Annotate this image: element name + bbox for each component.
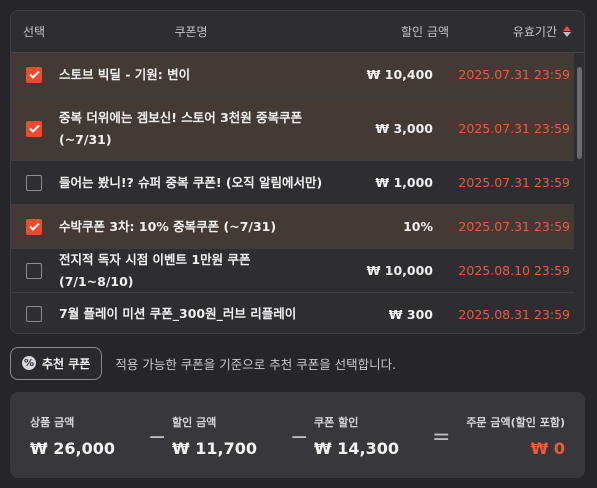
check-icon	[28, 124, 40, 133]
coupon-name: 7월 플레이 미션 쿠폰_300원_러브 리플레이	[59, 306, 297, 321]
recommend-description: 적용 가능한 쿠폰을 기준으로 추천 쿠폰을 선택합니다.	[115, 356, 397, 372]
product-amount: 상품 금액 ₩ 26,000	[30, 414, 115, 458]
table-body: 스토브 빅딜 - 기원: 변이 ₩ 10,400 2025.07.31 23:5…	[11, 53, 584, 333]
coupon-amount: ₩ 10,400	[366, 67, 433, 82]
table-row[interactable]: 중복 더위에는 겜보신! 스토어 3천원 중복쿠폰 (~7/31) ₩ 3,00…	[11, 97, 574, 161]
row-checkbox[interactable]	[26, 174, 42, 191]
coupon-expiry: 2025.07.31 23:59	[458, 219, 570, 234]
equals-sign: =	[432, 425, 451, 450]
check-icon	[28, 70, 40, 79]
table-row[interactable]: 들어는 봤니!? 슈퍼 중복 쿠폰! (오직 알림에서만) ₩ 1,000 20…	[11, 161, 574, 205]
coupon-expiry: 2025.07.31 23:59	[458, 175, 570, 190]
sort-icon[interactable]	[563, 26, 571, 37]
coupon-name: 스토브 빅딜 - 기원: 변이	[59, 66, 191, 82]
coupon-name: 전지적 독자 시점 이벤트 1만원 쿠폰 (7/1~8/10)	[59, 251, 251, 289]
product-amount-label: 상품 금액	[30, 416, 75, 429]
order-amount-value: ₩ 0	[530, 439, 565, 458]
table-row[interactable]: 스토브 빅딜 - 기원: 변이 ₩ 10,400 2025.07.31 23:5…	[11, 53, 574, 97]
coupon-name: 들어는 봤니!? 슈퍼 중복 쿠폰! (오직 알림에서만)	[59, 174, 323, 190]
recommend-coupon-button[interactable]: % 추천 쿠폰	[10, 346, 103, 380]
coupon-amount: ₩ 10,000	[366, 263, 433, 278]
row-checkbox[interactable]	[26, 306, 42, 322]
recommend-bar: % 추천 쿠폰 적용 가능한 쿠폰을 기준으로 추천 쿠폰을 선택합니다.	[10, 346, 396, 380]
row-checkbox[interactable]	[26, 66, 42, 83]
discount-amount-label: 할인 금액	[172, 416, 217, 429]
header-coupon-name: 쿠폰명	[174, 25, 208, 39]
discount-amount-value: ₩ 11,700	[172, 439, 257, 458]
coupon-expiry: 2025.07.31 23:59	[458, 67, 570, 82]
order-amount: 주문 금액(할인 포함) ₩ 0	[466, 414, 565, 458]
order-amount-label: 주문 금액(할인 포함)	[466, 416, 565, 429]
coupon-name: 수박쿠폰 3차: 10% 중복쿠폰 (~7/31)	[59, 218, 277, 234]
header-select: 선택	[23, 25, 46, 39]
price-summary: 상품 금액 ₩ 26,000 − 할인 금액 ₩ 11,700 − 쿠폰 할인 …	[10, 392, 585, 478]
coupon-name: 중복 더위에는 겜보신! 스토어 3천원 중복쿠폰 (~7/31)	[59, 109, 303, 147]
coupon-amount: 10%	[403, 219, 433, 234]
coupon-amount: ₩ 3,000	[375, 121, 433, 136]
scrollbar[interactable]	[577, 67, 582, 159]
row-checkbox[interactable]	[26, 262, 42, 279]
row-checkbox[interactable]	[26, 120, 42, 137]
row-checkbox[interactable]	[26, 218, 42, 235]
recommend-button-label: 추천 쿠폰	[42, 356, 91, 371]
coupon-discount: 쿠폰 할인 ₩ 14,300	[314, 414, 399, 458]
coupon-expiry: 2025.08.10 23:59	[458, 263, 570, 278]
minus-sign: −	[148, 425, 167, 450]
table-header: 선택 쿠폰명 할인 금액 유효기간	[11, 11, 584, 53]
coupon-discount-value: ₩ 14,300	[314, 439, 399, 458]
check-icon	[28, 222, 40, 231]
table-row[interactable]: 전지적 독자 시점 이벤트 1만원 쿠폰 (7/1~8/10) ₩ 10,000…	[11, 249, 574, 293]
discount-amount: 할인 금액 ₩ 11,700	[172, 414, 257, 458]
coupon-amount: ₩ 1,000	[375, 175, 433, 190]
header-discount-amount: 할인 금액	[401, 25, 449, 39]
minus-sign: −	[290, 425, 309, 450]
coupon-expiry: 2025.07.31 23:59	[458, 121, 570, 136]
coupon-amount: ₩ 300	[388, 306, 433, 322]
coupon-discount-label: 쿠폰 할인	[314, 416, 359, 429]
table-row[interactable]: 수박쿠폰 3차: 10% 중복쿠폰 (~7/31) 10% 2025.07.31…	[11, 205, 574, 249]
product-amount-value: ₩ 26,000	[30, 439, 115, 458]
header-expiry[interactable]: 유효기간	[451, 23, 571, 40]
coupon-tag-icon: %	[22, 356, 36, 370]
header-expiry-label: 유효기간	[512, 25, 557, 39]
coupon-expiry: 2025.08.31 23:59	[458, 306, 570, 322]
table-row[interactable]: 7월 플레이 미션 쿠폰_300원_러브 리플레이 ₩ 300 2025.08.…	[11, 293, 574, 333]
coupon-table: 선택 쿠폰명 할인 금액 유효기간 스토브 빅딜 - 기원: 변이 ₩ 10,4…	[10, 10, 585, 334]
